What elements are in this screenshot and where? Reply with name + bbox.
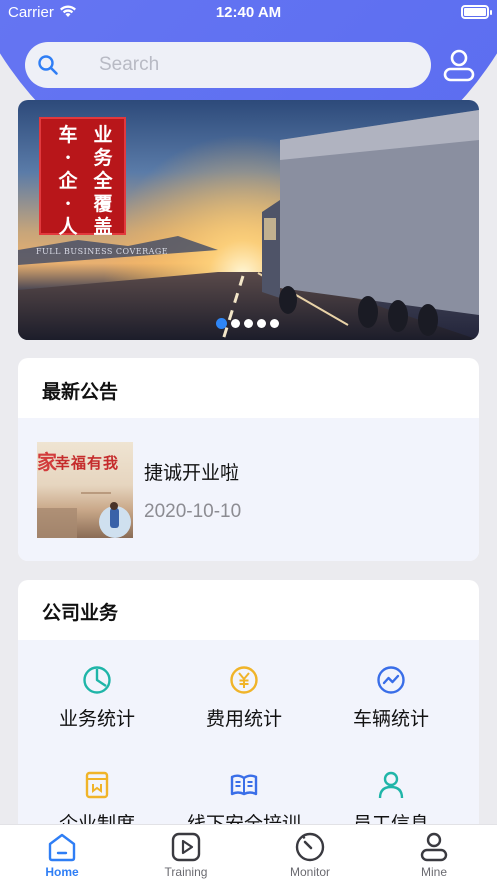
business-item-expenses[interactable]: 费用统计 [169,665,319,731]
notice-item-date: 2020-10-10 [144,501,242,522]
carousel-dot[interactable] [270,319,279,328]
search-icon [38,55,58,75]
business-item-label: 费用统计 [205,708,282,730]
business-grid: 业务统计 费用统计 车辆统计 企业制度 [18,640,479,840]
book-icon [230,774,258,796]
battery-icon [461,5,492,19]
gauge-icon [295,832,325,862]
tab-label: Home [45,865,79,879]
carousel-dot[interactable] [257,319,266,328]
home-icon [48,833,76,862]
tab-mine[interactable]: Mine [384,831,484,879]
carousel-dot[interactable] [231,319,240,328]
user-icon [420,832,448,862]
business-section-title: 公司业务 [42,602,119,624]
tab-bar: Home Training Monitor Mine [0,824,497,883]
tab-training[interactable]: Training [136,831,236,879]
pie-chart-icon [83,666,111,694]
carousel-dot[interactable] [216,318,227,329]
yen-icon [230,666,258,694]
tab-label: Training [164,865,208,879]
business-item-label: 业务统计 [58,708,135,730]
search-bar[interactable]: Search [25,42,431,88]
tab-monitor[interactable]: Monitor [260,831,360,879]
carousel-dot[interactable] [244,319,253,328]
status-bar: Carrier 12:40 AM [0,0,497,26]
profile-button[interactable] [441,48,477,82]
person-icon [378,771,404,799]
notice-item[interactable]: 家 幸福有我 捷诚开业啦 2020-10-10 [18,418,479,561]
tab-home[interactable]: Home [12,831,112,879]
notice-card: 最新公告 家 幸福有我 捷诚开业啦 2020-10-10 [18,358,479,561]
tab-label: Mine [420,865,447,879]
notice-item-title: 捷诚开业啦 [144,462,240,484]
document-icon [85,771,109,799]
banner-headline-col1: 车 · 企 · 人 [58,124,78,238]
play-icon [171,832,201,862]
banner-headline-col2: 业务全覆盖 [93,124,113,238]
clock: 12:40 AM [215,4,282,21]
trend-icon [377,666,405,694]
business-item-stats[interactable]: 业务统计 [22,665,172,731]
business-card: 公司业务 业务统计 费用统计 车辆统计 [18,580,479,840]
carousel-indicator [216,318,279,329]
notice-section-title: 最新公告 [42,381,119,403]
business-item-vehicles[interactable]: 车辆统计 [316,665,466,731]
business-item-label: 车辆统计 [352,708,429,730]
tab-label: Monitor [289,865,330,879]
banner-subtitle: FULL BUSINESS COVERAGE [36,247,169,256]
search-input[interactable]: Search [99,54,159,76]
banner-carousel[interactable]: 车 · 企 · 人 业务全覆盖 FULL BUSINESS COVERAGE [18,100,479,340]
notice-thumbnail: 家 幸福有我 [37,442,133,538]
